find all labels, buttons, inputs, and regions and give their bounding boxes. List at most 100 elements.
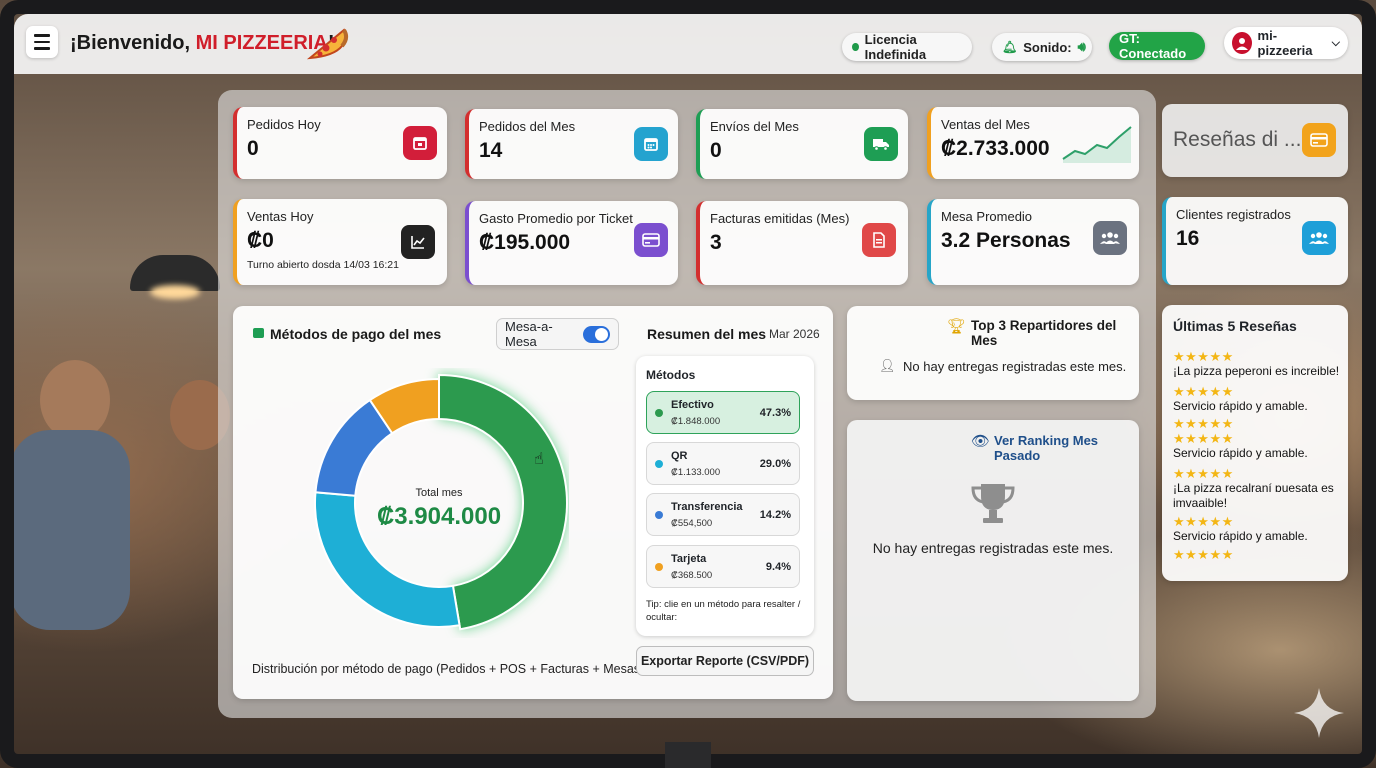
rating-stars: ★★★★★ [1173,384,1234,399]
bell-icon: 🔔︎ [1002,40,1018,54]
sound-toggle[interactable]: 🔔︎ Sonido: 🔊︎ [992,33,1092,61]
stat-label: Ventas Hoy [247,209,314,224]
monitor-stand [665,742,711,768]
method-qr[interactable]: QR ₡1.133.000 29.0% [646,442,800,485]
stat-label: Facturas emitidas (Mes) [710,211,850,226]
stat-value: ₡195.000 [479,231,571,254]
rating-stars: ★★★★★ [1173,431,1234,446]
review-text: Servicio rápido y amable. [1173,399,1308,413]
stat-card-gasto-promedio[interactable]: Gasto Promedio por Ticket ₡195.000 [465,201,678,285]
user-name: mi-pizzeeria [1257,28,1313,58]
stat-card-mesa-promedio[interactable]: Mesa Promedio 3.2 Personas [927,199,1139,285]
export-label: Exportar Reporte (CSV/PDF) [640,654,810,668]
tip-text: Tip: clie en un método para resalter / o… [646,599,801,623]
stat-value: 14 [479,139,503,162]
person-body [10,430,130,630]
trophy-icon [971,484,1015,523]
sound-label: Sonido: [1023,39,1072,55]
summary-period: Mar 2026 [769,327,820,341]
chart-caption: Distribución por método de pago (Pedidos… [252,662,648,676]
card-icon [1302,123,1336,157]
rating-stars: ★★★★★ [1173,547,1234,562]
method-percent: 29.0% [759,458,791,470]
toggle-switch[interactable] [583,325,610,343]
repartidores-title: Top 3 Repartidores del Mes [971,318,1117,348]
method-percent: 9.4% [765,561,791,573]
clients-card[interactable]: Clientes registrados 16 [1162,197,1348,285]
ranking-card: 👁︎ Ver Ranking Mes Pasado No hay entrega… [847,420,1139,701]
avatar [1232,32,1252,54]
hamburger-icon [34,47,50,50]
stat-label: Pedidos del Mes [479,119,576,134]
eye-icon[interactable]: 👁︎ [971,432,990,450]
rating-stars: ★★★★★ [1173,416,1234,431]
last-reviews-card: Últimas 5 Reseñas ★★★★★ ¡La pizza pepero… [1162,305,1348,581]
toggle-label: Mesa-a-Mesa [505,319,553,349]
gt-label: GT: Conectado [1119,31,1187,61]
stat-value: 0 [247,137,259,160]
stat-card-ventas-hoy[interactable]: Ventas Hoy ₡0 Turno abierto dosda 14/03 … [233,199,447,285]
method-tarjeta[interactable]: Tarjeta ₡368.500 9.4% [646,545,800,588]
method-name: Tarjeta [671,553,707,565]
method-name: Transferencia [671,501,743,513]
stat-value: 3.2 Personas [941,229,1071,252]
stat-value: 0 [710,139,722,162]
lamp-light [150,285,200,299]
calendar-icon [403,126,437,160]
stat-label: Envíos del Mes [710,119,799,134]
method-amount: ₡554,500 [671,518,713,529]
stat-card-pedidos-mes[interactable]: Pedidos del Mes 14 [465,109,678,179]
stat-card-ventas-mes[interactable]: Ventas del Mes ₡2.733.000 [927,107,1139,179]
group-icon [1302,221,1336,255]
stat-value: 3 [710,231,722,254]
stat-card-pedidos-hoy[interactable]: Pedidos Hoy 0 [233,107,447,179]
speaker-icon: 🔊︎ [1077,39,1086,54]
methods-title: Métodos [646,368,696,382]
person-icon: 👤︎ [879,358,896,373]
stat-card-envios-mes[interactable]: Envíos del Mes 0 [696,109,908,179]
menu-button[interactable] [26,26,58,58]
methods-panel: Métodos Efectivo ₡1.848.000 47.3% QR ₡1.… [636,356,814,636]
method-percent: 14.2% [759,509,791,521]
ranking-link[interactable]: Ver Ranking Mes Pasado [994,433,1139,463]
welcome-prefix: ¡Bienvenido, [70,32,196,54]
user-icon [1235,38,1248,50]
export-report-button[interactable]: Exportar Reporte (CSV/PDF) [636,646,814,676]
method-amount: ₡1.133.000 [671,467,721,478]
top-repartidores-card: 🏆︎ Top 3 Repartidores del Mes 👤︎ No hay … [847,306,1139,400]
method-efectivo[interactable]: Efectivo ₡1.848.000 47.3% [646,391,800,434]
payments-card: Métodos de pago del mes Mesa-a-Mesa Resu… [233,306,833,699]
user-menu[interactable]: mi-pizzeeria ⌵ [1224,27,1348,59]
review-text: ¡La pizza peperoni es increible! [1173,364,1340,378]
legend-dot-icon [655,563,663,571]
total-value: ₡3.904.000 [376,503,502,530]
stat-label: Pedidos Hoy [247,117,321,132]
chart-line-icon [401,225,435,259]
pizza-icon [306,28,349,60]
payments-title: Métodos de pago del mes [270,326,442,342]
calendar-grid-icon [634,127,668,161]
trophy-icon: 🏆︎ [947,318,967,335]
empty-state-text: No hay entregas registradas este mes. [872,540,1114,556]
mesa-a-mesa-toggle[interactable]: Mesa-a-Mesa [496,318,619,350]
rating-stars: ★★★★★ [1173,349,1234,364]
group-icon [1093,221,1127,255]
clients-value: 16 [1176,227,1200,250]
legend-dot-icon [655,460,663,468]
shift-open-text: Turno abierto dosda 14/03 16:21 [247,259,399,271]
stat-label: Ventas del Mes [941,117,1030,132]
stat-card-facturas[interactable]: Facturas emitidas (Mes) 3 [696,201,908,285]
total-label: Total mes [415,487,463,499]
person-silhouette [40,360,110,440]
hamburger-icon [34,34,50,37]
card-icon [634,223,668,257]
review-list: ★★★★★ ¡La pizza peperoni es increible! ★… [1173,349,1343,562]
empty-state-text: No hay entregas registradas este mes. [903,359,1127,374]
stat-value: ₡0 [247,229,274,252]
gt-status-badge: GT: Conectado [1109,31,1205,61]
method-amount: ₡1.848.000 [671,416,721,427]
method-transferencia[interactable]: Transferencia ₡554,500 14.2% [646,493,800,536]
stat-label: Mesa Promedio [941,209,1033,224]
reviews-card[interactable]: Reseñas di ... [1162,104,1348,177]
top-bar: ¡Bienvenido, MI PIZZEERIA! Licencia Inde… [14,14,1362,74]
